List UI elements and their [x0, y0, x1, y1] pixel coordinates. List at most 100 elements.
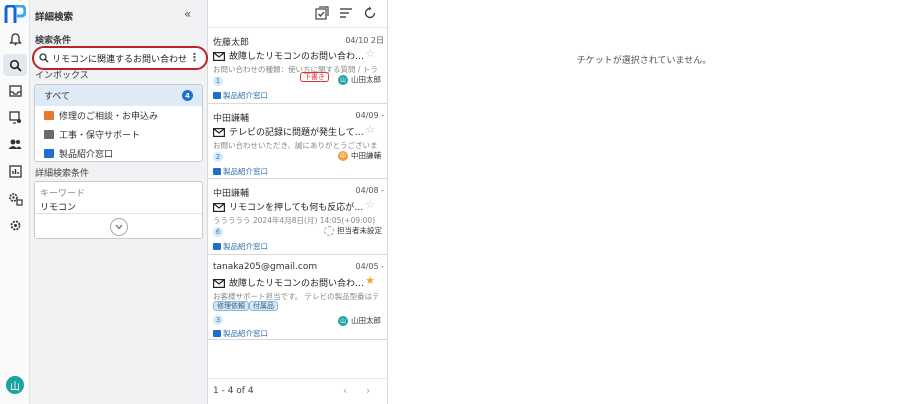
- inbox-label-repair: 修理のご相談・お申込み: [59, 112, 159, 122]
- collapse-panel-button[interactable]: «: [184, 7, 198, 21]
- message-count: 3: [213, 315, 223, 325]
- inbox-blue-icon: [213, 168, 221, 175]
- search-icon[interactable]: [3, 54, 27, 76]
- inbox-label: インボックス: [35, 71, 89, 81]
- star-icon[interactable]: ☆: [365, 198, 375, 211]
- inbox-gray-icon: [44, 130, 54, 139]
- ticket-date: 04/10 2日: [345, 36, 384, 45]
- ticket-row[interactable]: 中田謙輔 04/09 - テレビの記録に問題が発生して… ☆ お問い合わせいただ…: [208, 104, 388, 179]
- users-icon[interactable]: [6, 135, 24, 153]
- assignee-name: 山田太郎: [351, 316, 381, 325]
- inbox-blue-icon: [44, 149, 54, 158]
- assignee: 中 中田謙輔: [338, 150, 381, 161]
- search-query-text: リモコンに関連するお問い合わせ: [52, 54, 188, 65]
- ticket-inbox: 製品紹介窓口: [213, 241, 268, 252]
- bell-icon[interactable]: [6, 30, 24, 48]
- inbox-blue-icon: [213, 92, 221, 99]
- bulk-select-icon[interactable]: [315, 6, 329, 20]
- ticket-subject: 故障したリモコンのお問い合わ…: [229, 279, 364, 289]
- star-filled-icon[interactable]: ★: [365, 274, 375, 287]
- ticket-subject: テレビの記録に問題が発生して…: [229, 128, 364, 138]
- detail-conditions-label: 詳細検索条件: [35, 169, 90, 179]
- ticket-row[interactable]: 佐藤太郎 04/10 2日 故障したリモコンのお問い合わ… ☆ お問い合わせの種…: [208, 28, 388, 104]
- inbox-item-repair[interactable]: 修理のご相談・お申込み: [35, 106, 202, 125]
- ticket-list: 佐藤太郎 04/10 2日 故障したリモコンのお問い合わ… ☆ お問い合わせの種…: [208, 0, 388, 404]
- inbox-orange-icon: [44, 111, 54, 120]
- inbox-label-product: 製品紹介窓口: [59, 150, 114, 160]
- inbox-count-badge: 4: [182, 90, 193, 101]
- assignee: 山 山田太郎: [338, 74, 381, 85]
- sort-icon[interactable]: [339, 6, 353, 20]
- assignee: 山 山田太郎: [338, 315, 381, 326]
- assignee-name: 山田太郎: [351, 75, 381, 84]
- ticket-inbox-name: 製品紹介窓口: [223, 167, 268, 176]
- star-icon[interactable]: ☆: [365, 47, 375, 60]
- inbox-item-product[interactable]: 製品紹介窓口: [35, 144, 202, 161]
- ticket-date: 04/08 -: [355, 186, 384, 195]
- pagination: 1 - 4 of 4 ‹ ›: [208, 378, 388, 404]
- mail-icon: [213, 279, 225, 288]
- ticket-date: 04/05 -: [355, 262, 384, 271]
- keyword-label: キーワード: [40, 189, 86, 199]
- message-count: 1: [213, 76, 223, 86]
- ticket-from: 中田謙輔: [213, 114, 250, 124]
- assignee-name: 中田謙輔: [351, 151, 381, 160]
- assignee-avatar: 山: [338, 315, 348, 326]
- ticket-detail-panel: チケットが選択されていません。: [388, 0, 900, 404]
- ticket-row[interactable]: tanaka205@gmail.com 04/05 - 故障したリモコンのお問い…: [208, 255, 388, 340]
- nav-rail: 山: [0, 0, 30, 404]
- ticket-from: 佐藤太郎: [213, 38, 250, 48]
- ticket-inbox: 製品紹介窓口: [213, 328, 268, 339]
- ticket-inbox-name: 製品紹介窓口: [223, 329, 268, 338]
- empty-state-message: チケットが選択されていません。: [576, 56, 712, 66]
- panel-title: 詳細検索: [35, 12, 74, 23]
- unassigned-avatar-icon: [324, 225, 334, 236]
- app-logo[interactable]: [4, 5, 26, 25]
- assignee: 担当者未設定: [324, 225, 382, 236]
- inbox-item-maintenance[interactable]: 工事・保守サポート: [35, 125, 202, 144]
- ticket-inbox: 製品紹介窓口: [213, 166, 268, 177]
- inbox-icon[interactable]: [6, 82, 24, 100]
- expand-conditions-button[interactable]: [110, 218, 128, 236]
- ticket-inbox-name: 製品紹介窓口: [223, 91, 268, 100]
- ticket-subject: リモコンを押しても何も反応が…: [229, 203, 364, 213]
- ticket-row[interactable]: 中田謙輔 04/08 - リモコンを押しても何も反応が… ☆ ううううう 202…: [208, 179, 388, 255]
- conditions-label: 検索条件: [35, 36, 72, 46]
- assignee-avatar: 中: [338, 150, 348, 161]
- ticket-inbox-name: 製品紹介窓口: [223, 242, 268, 251]
- inbox-blue-icon: [213, 330, 221, 337]
- mail-icon: [213, 52, 225, 61]
- inbox-label-maintenance: 工事・保守サポート: [59, 131, 141, 141]
- ticket-subject: 故障したリモコンのお問い合わ…: [229, 52, 364, 62]
- mail-icon: [213, 128, 225, 137]
- next-page-button[interactable]: ›: [366, 384, 370, 397]
- settings-multi-icon[interactable]: [6, 190, 24, 208]
- inbox-item-all[interactable]: すべて 4: [35, 85, 202, 106]
- list-toolbar: [208, 0, 387, 28]
- user-avatar[interactable]: 山: [6, 376, 24, 394]
- pagination-info: 1 - 4 of 4: [213, 386, 254, 396]
- message-count: 2: [213, 152, 223, 162]
- message-count: 6: [213, 227, 223, 237]
- assignee-name: 担当者未設定: [337, 226, 382, 235]
- ticket-date: 04/09 -: [355, 111, 384, 120]
- inbox-label-all: すべて: [44, 92, 71, 102]
- assignee-avatar: 山: [338, 74, 348, 85]
- gear-icon[interactable]: [6, 216, 24, 234]
- ticket-assign-icon[interactable]: [6, 108, 24, 126]
- refresh-icon[interactable]: [363, 6, 377, 20]
- app-root: 山 詳細検索 « 検索条件 リモコンに関連するお問い合わせ ⋮ インボックス す…: [0, 0, 900, 404]
- more-options-icon[interactable]: ⋮: [189, 51, 200, 64]
- search-icon: [39, 53, 49, 63]
- chevron-down-icon: [115, 224, 123, 230]
- saved-search-item[interactable]: リモコンに関連するお問い合わせ ⋮: [32, 46, 208, 70]
- chart-icon[interactable]: [6, 162, 24, 180]
- draft-tag: 下書き: [300, 72, 329, 82]
- star-icon[interactable]: ☆: [365, 123, 375, 136]
- ticket-inbox: 製品紹介窓口: [213, 90, 268, 101]
- inbox-blue-icon: [213, 243, 221, 250]
- ticket-from: 中田謙輔: [213, 189, 250, 199]
- keyword-field[interactable]: キーワード リモコン: [34, 181, 203, 239]
- prev-page-button[interactable]: ‹: [343, 384, 347, 397]
- ticket-from: tanaka205@gmail.com: [213, 262, 318, 272]
